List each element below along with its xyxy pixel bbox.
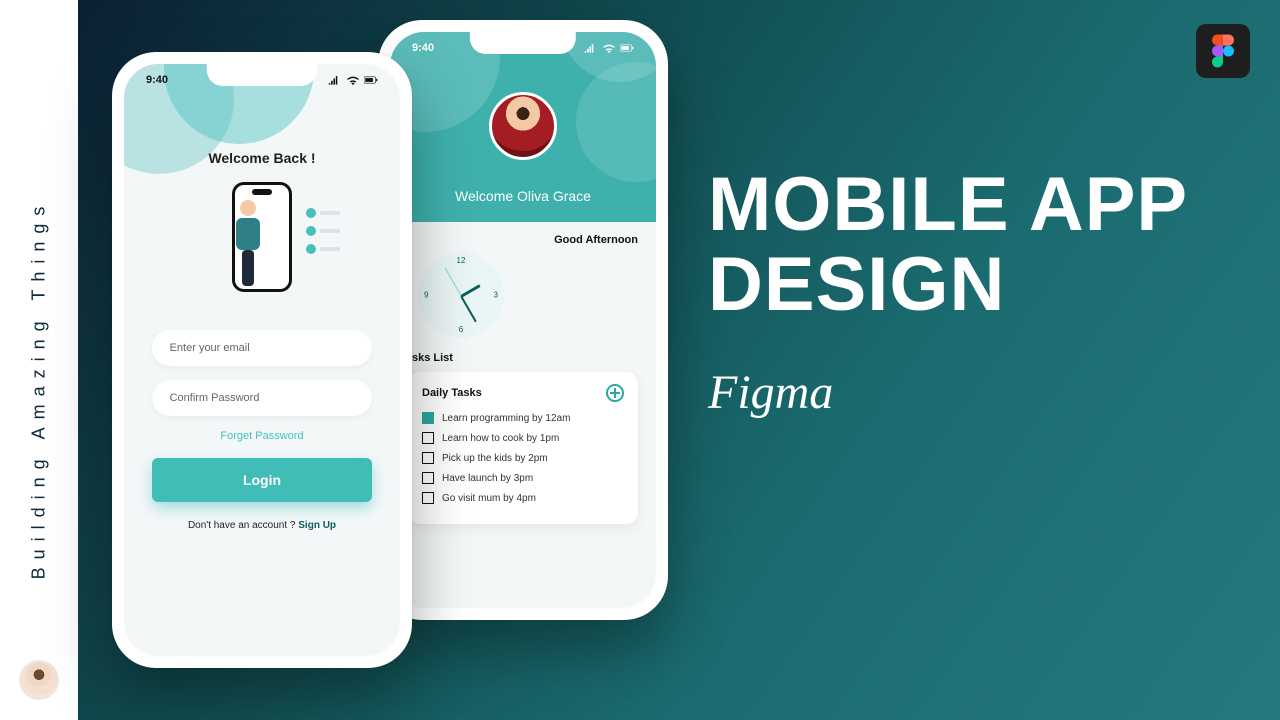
task-text: Pick up the kids by 2pm <box>442 453 548 464</box>
task-text: Learn how to cook by 1pm <box>442 433 559 444</box>
left-rail-text: Building Amazing Things <box>29 198 50 579</box>
headline-line1: MOBILE APP <box>708 165 1188 245</box>
welcome-title: Welcome Back ! <box>124 150 400 166</box>
status-time: 9:40 <box>412 42 434 54</box>
forgot-password-link[interactable]: Forget Password <box>124 430 400 442</box>
login-button[interactable]: Login <box>152 458 373 502</box>
task-row[interactable]: Have launch by 3pm <box>422 472 624 484</box>
welcome-user: Welcome Oliva Grace <box>390 188 656 204</box>
task-text: Go visit mum by 4pm <box>442 493 536 504</box>
clock-icon: 12 3 6 9 <box>418 252 504 338</box>
task-checkbox[interactable] <box>422 412 434 424</box>
task-row[interactable]: Go visit mum by 4pm <box>422 492 624 504</box>
tasks-card-title: Daily Tasks <box>422 387 482 399</box>
task-text: Have launch by 3pm <box>442 473 533 484</box>
signup-row: Don't have an account ? Sign Up <box>124 520 400 531</box>
notch <box>207 64 317 86</box>
task-row[interactable]: Learn programming by 12am <box>422 412 624 424</box>
notch <box>470 32 576 54</box>
dashboard-header: Welcome Oliva Grace <box>390 32 656 222</box>
task-row[interactable]: Pick up the kids by 2pm <box>422 452 624 464</box>
figma-logo-icon <box>1196 24 1250 78</box>
task-checkbox[interactable] <box>422 452 434 464</box>
signup-link[interactable]: Sign Up <box>298 520 336 531</box>
tasks-list-label: sks List <box>412 352 638 364</box>
author-avatar <box>19 660 59 700</box>
user-avatar[interactable] <box>489 92 557 160</box>
task-text: Learn programming by 12am <box>442 413 570 424</box>
task-row[interactable]: Learn how to cook by 1pm <box>422 432 624 444</box>
headline: MOBILE APP DESIGN Figma <box>708 165 1188 420</box>
login-illustration <box>202 182 322 312</box>
headline-line2: DESIGN <box>708 245 1188 325</box>
password-field[interactable]: Confirm Password <box>152 380 373 416</box>
phone-dashboard: 9:40 Welcome Oliva Grace Good Afternoon … <box>378 20 668 620</box>
email-field[interactable]: Enter your email <box>152 330 373 366</box>
task-checkbox[interactable] <box>422 492 434 504</box>
tool-name: Figma <box>708 365 1188 420</box>
tasks-card: Daily Tasks Learn programming by 12am Lea… <box>408 372 638 524</box>
phone-login: 9:40 Welcome Back ! Enter your email Con… <box>112 52 412 668</box>
left-rail: Building Amazing Things <box>0 0 78 720</box>
status-signal-icon <box>584 43 634 53</box>
task-checkbox[interactable] <box>422 432 434 444</box>
add-task-icon[interactable] <box>606 384 624 402</box>
task-checkbox[interactable] <box>422 472 434 484</box>
greeting-text: Good Afternoon <box>408 234 638 246</box>
